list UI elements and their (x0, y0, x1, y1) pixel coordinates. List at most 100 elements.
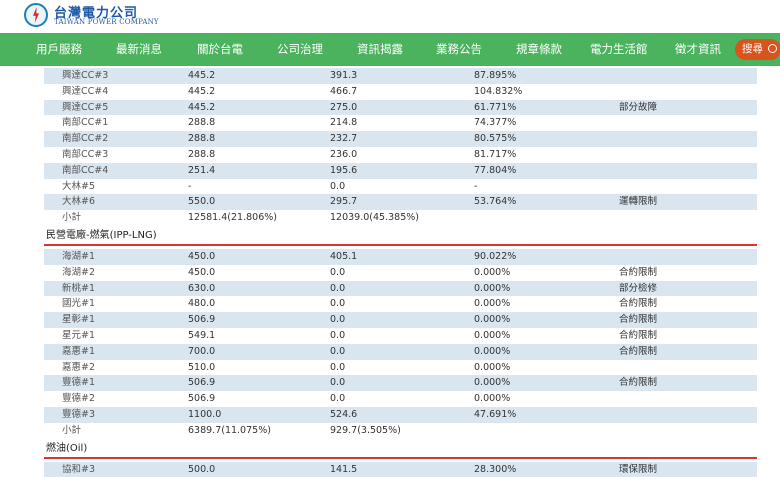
ratio-cell: 0.000% (474, 314, 511, 326)
capacity-cell: 288.8 (188, 117, 216, 129)
capacity-cell: 450.0 (188, 266, 216, 278)
brand-name-en[interactable]: TAIWAN POWER COMPANY (54, 18, 159, 26)
ratio-cell: 87.895% (474, 70, 517, 81)
unit-name: 新桃#1 (62, 282, 96, 294)
capacity-cell: 630.0 (188, 282, 216, 294)
table-row: 大林#5 - 0.0 - (44, 179, 757, 195)
capacity-cell: 506.9 (188, 393, 216, 405)
table-row: 南部CC#1 288.8 214.8 74.377% (44, 115, 757, 131)
unit-name: 小計 (62, 212, 82, 224)
capacity-cell: 450.0 (188, 250, 216, 262)
ratio-cell: 0.000% (474, 377, 511, 389)
note-cell: 合約限制 (619, 314, 658, 326)
unit-name: 星彰#1 (62, 314, 96, 326)
unit-name: 大林#6 (62, 196, 96, 208)
generation-cell: 0.0 (330, 314, 346, 326)
nav-item-announcements[interactable]: 業務公告 (436, 33, 482, 66)
ratio-cell: 0.000% (474, 393, 511, 405)
unit-name: 協和#3 (62, 463, 96, 475)
table-row: 大林#6 550.0 295.7 53.764% 運轉限制 (44, 194, 757, 211)
generation-cell: 0.0 (330, 298, 346, 310)
generation-cell: 0.0 (330, 345, 346, 357)
generation-cell: 0.0 (330, 180, 346, 192)
generation-cell: 214.8 (330, 117, 358, 129)
unit-name: 星元#1 (62, 329, 96, 341)
unit-name: 嘉惠#1 (62, 345, 96, 357)
table-row: 嘉惠#2 510.0 0.0 0.000% (44, 360, 757, 376)
table-row: 星彰#1 506.9 0.0 0.000% 合約限制 (44, 312, 757, 328)
ratio-cell: 80.575% (474, 133, 517, 145)
ratio-cell: 74.377% (474, 117, 517, 129)
table-row: 星元#1 549.1 0.0 0.000% 合約限制 (44, 328, 757, 344)
note-cell: 環保限制 (619, 463, 658, 475)
section-header: 民營電廠-燃氣(IPP-LNG) (44, 228, 757, 246)
nav-item-power-life[interactable]: 電力生活館 (590, 33, 648, 66)
ratio-cell: 28.300% (474, 463, 517, 475)
generation-cell: 236.0 (330, 148, 358, 160)
capacity-cell: 251.4 (188, 164, 216, 176)
unit-name: 興達CC#4 (62, 85, 109, 97)
unit-name: 國光#1 (62, 298, 96, 310)
table-row: 海湖#2 450.0 0.0 0.000% 合約限制 (44, 265, 757, 281)
taipower-logo-icon[interactable] (24, 3, 48, 27)
nav-item-customer-service[interactable]: 用戶服務 (36, 33, 82, 66)
search-button[interactable]: 搜尋 (735, 39, 780, 60)
capacity-cell: - (188, 180, 192, 192)
nav-item-governance[interactable]: 公司治理 (277, 33, 323, 66)
nav-item-news[interactable]: 最新消息 (116, 33, 162, 66)
ratio-cell: 0.000% (474, 298, 511, 310)
capacity-cell: 480.0 (188, 298, 216, 310)
note-cell: 部分檢修 (619, 282, 658, 294)
generation-cell: 232.7 (330, 133, 358, 145)
table-row: 新桃#1 630.0 0.0 0.000% 部分檢修 (44, 280, 757, 297)
capacity-cell: 445.2 (188, 70, 216, 81)
unit-name: 小計 (62, 424, 82, 436)
table-row: 豐德#1 506.9 0.0 0.000% 合約限制 (44, 375, 757, 392)
unit-name: 南部CC#2 (62, 133, 109, 145)
ratio-cell: 53.764% (474, 196, 517, 208)
capacity-cell: 12581.4(21.806%) (188, 212, 277, 224)
unit-name: 豐德#2 (62, 393, 96, 405)
ratio-cell: 0.000% (474, 266, 511, 278)
nav-item-disclosure[interactable]: 資訊揭露 (357, 33, 403, 66)
nav-item-regulations[interactable]: 規章條款 (516, 33, 562, 66)
generation-cell: 12039.0(45.385%) (330, 212, 419, 224)
generation-cell: 466.7 (330, 85, 358, 97)
note-cell: 合約限制 (619, 298, 658, 310)
nav-item-about[interactable]: 關於台電 (197, 33, 243, 66)
nav-item-careers[interactable]: 徵才資訊 (675, 33, 721, 66)
capacity-cell: 700.0 (188, 345, 216, 357)
capacity-cell: 445.2 (188, 85, 216, 97)
unit-name: 豐德#3 (62, 408, 96, 420)
ratio-cell: 104.832% (474, 85, 523, 97)
main-nav: 用戶服務 最新消息 關於台電 公司治理 資訊揭露 業務公告 規章條款 電力生活館… (0, 33, 780, 66)
ratio-cell: - (474, 180, 478, 192)
note-cell: 合約限制 (619, 266, 658, 278)
capacity-cell: 510.0 (188, 361, 216, 373)
section-header: 燃油(Oil) (44, 441, 757, 459)
ratio-cell: 0.000% (474, 329, 511, 341)
generation-cell: 0.0 (330, 361, 346, 373)
unit-name: 海湖#2 (62, 266, 96, 278)
table-row: 海湖#1 450.0 405.1 90.022% (44, 248, 757, 265)
top-bar: 台灣電力公司 TAIWAN POWER COMPANY (0, 0, 780, 32)
ratio-cell: 61.771% (474, 101, 517, 113)
generation-cell: 0.0 (330, 393, 346, 405)
table-row: 南部CC#2 288.8 232.7 80.575% (44, 131, 757, 147)
generation-cell: 195.6 (330, 164, 358, 176)
generation-cell: 0.0 (330, 329, 346, 341)
generation-cell: 524.6 (330, 408, 358, 420)
table-row: 南部CC#3 288.8 236.0 81.717% (44, 147, 757, 163)
capacity-cell: 288.8 (188, 148, 216, 160)
search-icon (768, 44, 777, 53)
unit-name: 大林#5 (62, 180, 96, 192)
generation-cell: 391.3 (330, 70, 358, 81)
generation-table: 興達CC#3 445.2 391.3 87.895% 興達CC#4 445.2 466.7 1… (44, 68, 757, 477)
capacity-cell: 549.1 (188, 329, 216, 341)
generation-cell: 0.0 (330, 377, 346, 389)
unit-name: 南部CC#3 (62, 148, 109, 160)
search-label: 搜尋 (742, 43, 763, 55)
capacity-cell: 506.9 (188, 377, 216, 389)
table-row: 興達CC#4 445.2 466.7 104.832% (44, 84, 757, 100)
generation-cell: 405.1 (330, 250, 358, 262)
